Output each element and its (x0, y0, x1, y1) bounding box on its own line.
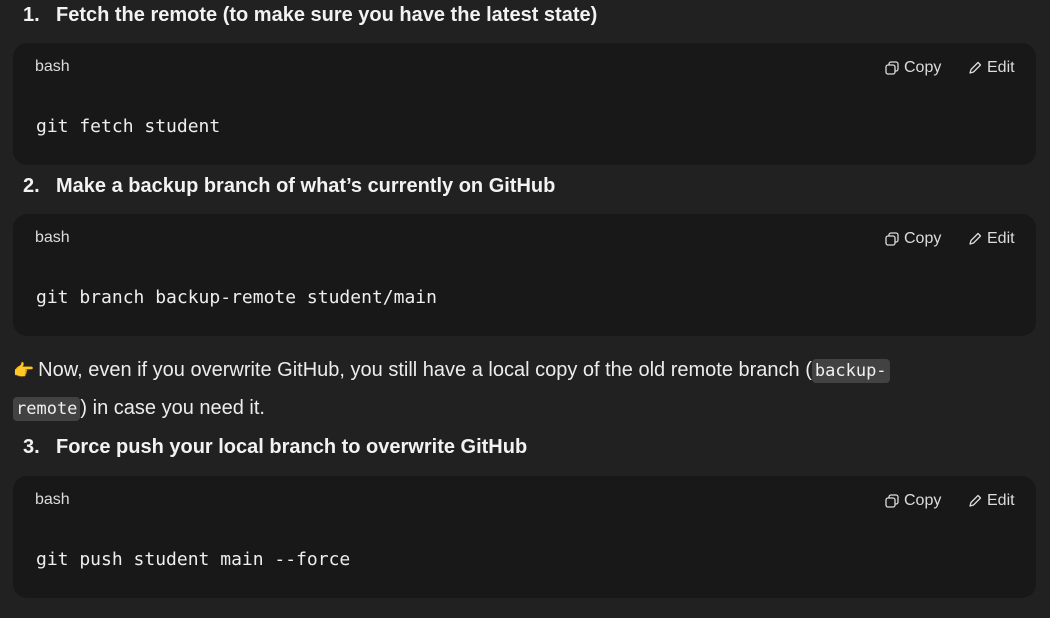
step-2-heading: 2. Make a backup branch of what’s current… (23, 174, 555, 198)
copy-icon (885, 232, 899, 246)
step-number: 3. (23, 436, 40, 458)
copy-label: Copy (904, 230, 942, 247)
code-block: bash Copy Edit git branch backup-remote … (13, 214, 1036, 336)
edit-label: Edit (987, 492, 1015, 509)
copy-button[interactable]: Copy (885, 58, 941, 78)
code-language-label: bash (35, 491, 70, 508)
code-language-label: bash (35, 58, 70, 75)
pencil-icon (969, 61, 982, 74)
edit-label: Edit (987, 59, 1015, 76)
edit-button[interactable]: Edit (968, 58, 1015, 78)
step-title: Fetch the remote (to make sure you have … (56, 4, 598, 26)
step-number: 1. (23, 4, 40, 26)
code-command: git fetch student (36, 116, 221, 137)
pointing-hand-icon: 👉 (13, 361, 35, 380)
edit-button[interactable]: Edit (968, 491, 1015, 511)
step-title: Make a backup branch of what’s currently… (56, 175, 556, 197)
inline-code: remote (13, 397, 81, 421)
copy-icon (885, 494, 899, 508)
edit-button[interactable]: Edit (968, 229, 1015, 249)
code-language-label: bash (35, 229, 70, 246)
step-title: Force push your local branch to overwrit… (56, 436, 528, 458)
step-3-heading: 3. Force push your local branch to overwr… (23, 435, 527, 459)
edit-label: Edit (987, 230, 1015, 247)
note-text-after: ) in case you need it. (80, 397, 265, 419)
step-number: 2. (23, 175, 40, 197)
note-text-before: Now, even if you overwrite GitHub, you s… (38, 359, 812, 381)
code-block: bash Copy Edit git push student main --f… (13, 476, 1036, 598)
step-1-heading: 1. Fetch the remote (to make sure you hav… (23, 3, 597, 27)
copy-button[interactable]: Copy (885, 491, 941, 511)
pencil-icon (969, 232, 982, 245)
copy-label: Copy (904, 492, 942, 509)
code-command: git branch backup-remote student/main (36, 287, 437, 308)
copy-button[interactable]: Copy (885, 229, 941, 249)
pencil-icon (969, 494, 982, 507)
note-paragraph: 👉 Now, even if you overwrite GitHub, you … (13, 352, 1013, 428)
code-command: git push student main --force (36, 549, 351, 570)
copy-icon (885, 61, 899, 75)
code-block: bash Copy Edit git fetch student (13, 43, 1036, 165)
copy-label: Copy (904, 59, 942, 76)
inline-code: backup- (811, 359, 890, 383)
